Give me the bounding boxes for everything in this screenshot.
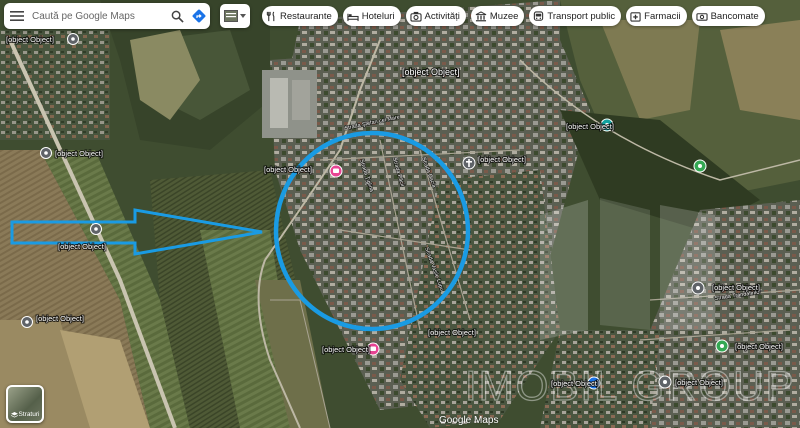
place-label: [object Object] xyxy=(735,342,783,351)
chip-restaurants[interactable]: Restaurante xyxy=(262,6,338,26)
place-label: [object Object] xyxy=(55,149,103,158)
chip-label: Activități xyxy=(424,10,460,22)
watermark-text: IMOBIL GROUP xyxy=(465,362,796,409)
chip-label: Restaurante xyxy=(280,10,332,22)
category-chips: Restaurante Hoteluri Activități Muzee Tr… xyxy=(262,6,765,26)
cash-icon xyxy=(696,12,708,21)
bed-icon xyxy=(347,13,359,21)
map-pin[interactable] xyxy=(67,33,79,45)
search-input[interactable] xyxy=(30,10,166,22)
place-label: [object Object] xyxy=(322,345,370,354)
search-bar xyxy=(4,3,210,29)
place-label: [object Object] xyxy=(551,379,599,388)
chip-hotels[interactable]: Hoteluri xyxy=(342,6,401,26)
museum-icon xyxy=(475,10,487,21)
chip-label: Transport public xyxy=(547,10,616,22)
map-layers-icon xyxy=(224,10,238,22)
google-maps-logo: Google Maps xyxy=(439,415,499,426)
map-pin[interactable] xyxy=(40,147,52,159)
camera-icon xyxy=(409,11,422,22)
map-pin[interactable] xyxy=(693,159,707,173)
layers-label: Straturi xyxy=(18,411,40,418)
place-label: [object Object] xyxy=(428,328,476,337)
place-label: [object Object] xyxy=(58,242,106,251)
chevron-down-icon xyxy=(240,14,246,18)
place-label: [object Object] xyxy=(264,165,312,174)
chip-label: Farmacii xyxy=(644,10,681,22)
satellite-map[interactable]: IMOBIL GROUP Strada Ştefan cel Mare Stra… xyxy=(0,0,800,428)
chip-label: Hoteluri xyxy=(361,10,395,22)
map-pin[interactable] xyxy=(21,316,33,328)
map-pin[interactable] xyxy=(715,339,729,353)
chip-public-transport[interactable]: Transport public xyxy=(529,6,622,26)
chip-museums[interactable]: Muzee xyxy=(470,6,525,26)
fork-knife-icon xyxy=(266,11,275,21)
map-pin[interactable] xyxy=(658,375,672,389)
bus-icon xyxy=(534,10,544,21)
directions-icon[interactable] xyxy=(188,5,210,27)
place-label: [object Object] xyxy=(6,35,54,44)
place-label: [object Object] xyxy=(36,314,84,323)
map-type-button[interactable] xyxy=(220,4,250,28)
place-label: [object Object] xyxy=(566,122,614,131)
chip-label: Muzee xyxy=(489,10,519,22)
map-pin[interactable] xyxy=(462,156,476,170)
map-pin[interactable] xyxy=(90,223,102,235)
place-label: [object Object] xyxy=(712,283,760,292)
map-pin[interactable] xyxy=(691,281,705,295)
chip-atms[interactable]: Bancomate xyxy=(691,6,765,26)
menu-icon[interactable] xyxy=(4,3,30,29)
settlement-area xyxy=(0,30,110,140)
pill-icon xyxy=(630,11,641,22)
place-label: [object Object] xyxy=(478,155,526,164)
map-pin[interactable] xyxy=(329,164,343,178)
layers-toggle[interactable]: Straturi xyxy=(6,385,44,423)
chip-label: Bancomate xyxy=(710,10,759,22)
chip-activities[interactable]: Activități xyxy=(405,6,466,26)
place-label: [object Object] xyxy=(675,378,723,387)
chip-pharmacies[interactable]: Farmacii xyxy=(626,6,687,26)
town-label: [object Object] xyxy=(402,67,460,77)
search-icon[interactable] xyxy=(166,5,188,27)
layers-icon xyxy=(10,411,18,418)
